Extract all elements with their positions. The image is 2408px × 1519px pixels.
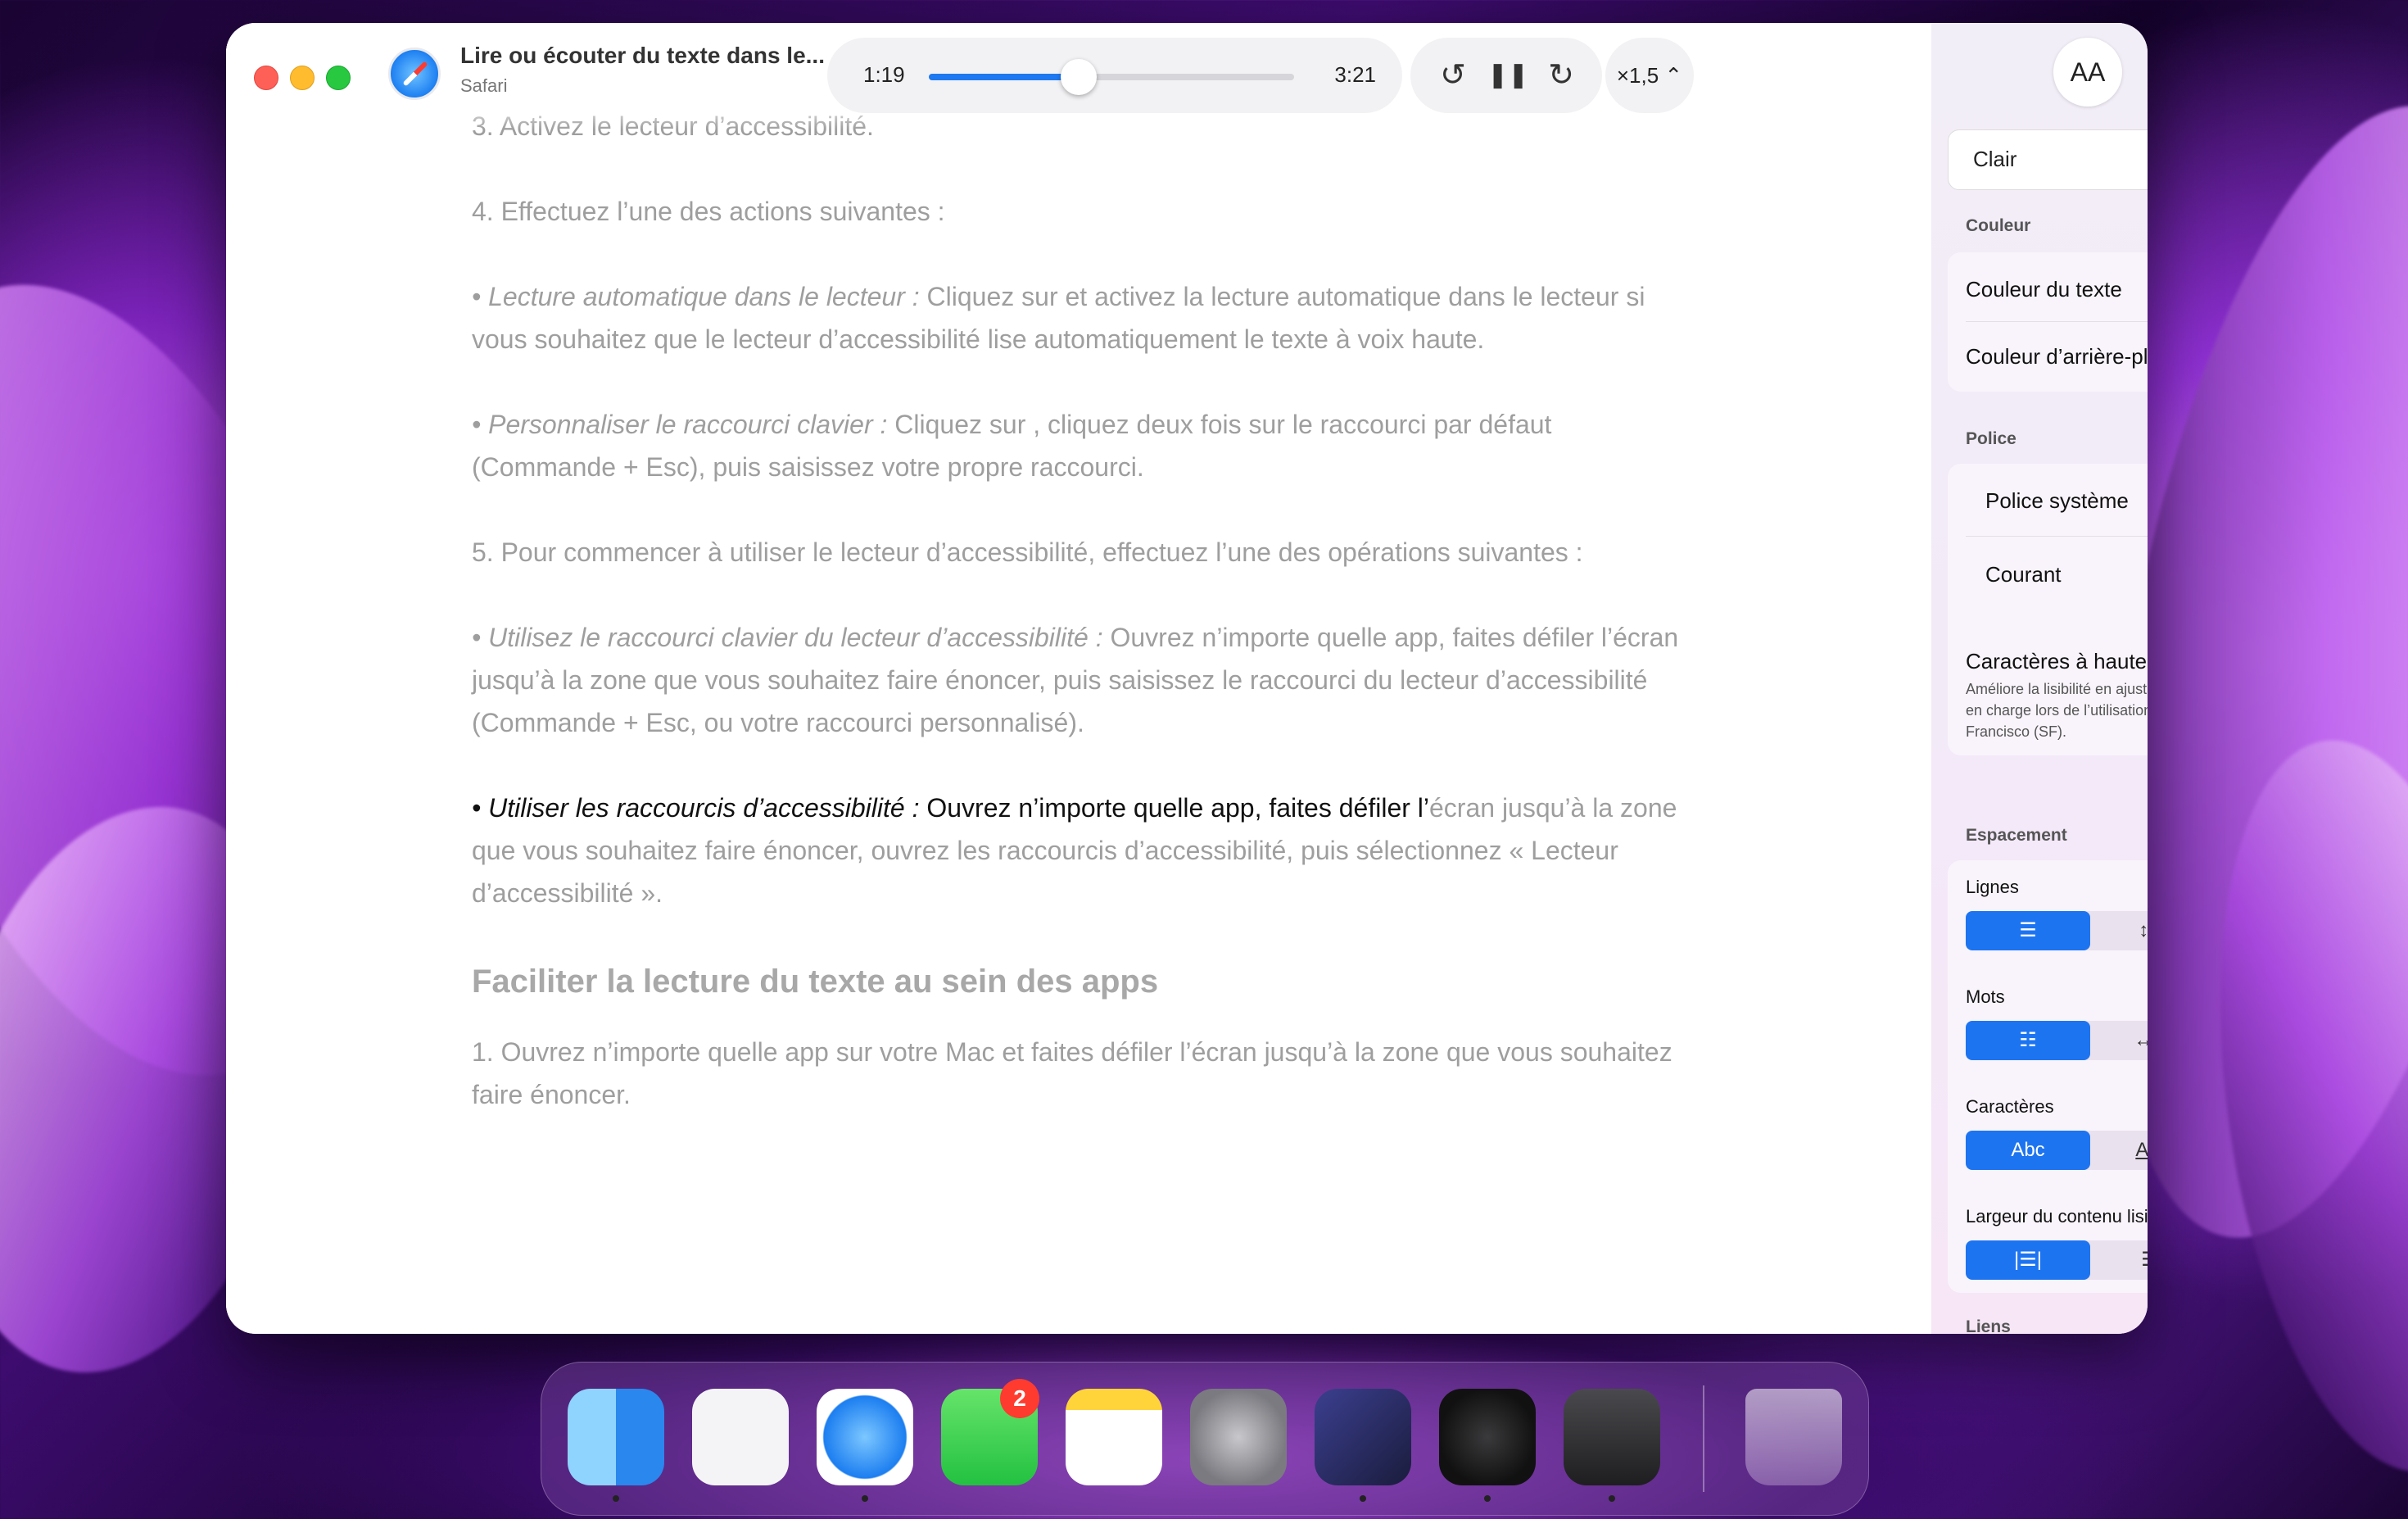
chars-compact-option[interactable]: Abc [1966,1131,2090,1170]
article: 3. Activez le lecteur d’accessibilité. 4… [472,105,1684,1159]
lines-medium-icon[interactable]: ↕☰ [2090,911,2148,950]
playback-bar: 1:19 3:21 [827,38,1402,113]
high-legibility-label: Caractères à haute lisibilité [1966,649,2148,673]
chars-label: Caractères [1966,1096,2054,1117]
dock: 2 [541,1362,1869,1516]
launchpad-icon[interactable] [692,1389,789,1485]
progress-track[interactable] [929,59,1294,95]
bullet-shortcut: • Personnaliser le raccourci clavier : C… [472,410,1552,482]
shortcuts-icon[interactable] [1315,1389,1411,1485]
width-medium-icon[interactable]: ☰| [2090,1240,2148,1280]
window-subtitle: Safari [460,75,508,96]
title-bar: Lire ou écouter du texte dans le... Safa… [226,23,1931,129]
playback-controls: ↺ ❚❚ ↻ [1410,38,1602,113]
safari-dock-icon[interactable] [817,1389,913,1485]
close-button[interactable] [254,66,278,90]
chars-medium-option[interactable]: Abc [2090,1131,2148,1170]
words-segment: ☷ ↔☷ ⇔☷ [1966,1021,2148,1060]
words-label: Mots [1966,986,2005,1007]
words-medium-icon[interactable]: ↔☷ [2090,1021,2148,1060]
reader-app-icon[interactable] [1564,1389,1660,1485]
bg-color-label: Couleur d’arrière-plan [1966,344,2148,369]
current-time: 1:19 [863,62,905,87]
step-4: 4. Effectuez l’une des actions suivantes… [472,197,945,226]
lines-label: Lignes [1966,877,2019,897]
system-settings-icon[interactable] [1190,1389,1287,1485]
font-section-label: Police [1966,429,2016,448]
notes-icon[interactable] [1066,1389,1162,1485]
font-style[interactable]: Courant [1985,562,2062,587]
finder-icon[interactable] [568,1389,664,1485]
lines-segment: ☰ ↕☰ ⇕☰ [1966,911,2148,950]
dock-separator [1703,1385,1704,1492]
width-segment: |☰| ☰| ↔☰ [1966,1240,2148,1280]
safari-icon [388,48,441,100]
magnifier-icon[interactable] [1439,1389,1536,1485]
pause-icon[interactable]: ❚❚ [1487,56,1528,95]
zoom-button[interactable] [326,66,351,90]
speed-button[interactable]: ×1,5 ⌃ [1605,38,1694,113]
high-legibility-desc: Améliore la lisibilité en ajustant les c… [1966,681,2148,740]
reader-content: 3. Activez le lecteur d’accessibilité. 4… [226,23,1931,1334]
forward-icon[interactable]: ↻ [1541,56,1581,95]
section-heading: Faciliter la lecture du texte au sein de… [472,964,1159,1000]
width-narrow-icon[interactable]: |☰| [1966,1240,2090,1280]
words-compact-icon[interactable]: ☷ [1966,1021,2090,1060]
reader-window: 3. Activez le lecteur d’accessibilité. 4… [226,23,2148,1334]
font-card: Police système ⇕ Courant ⇕ 17 ⌄ Caractèr… [1948,464,2148,755]
minimize-button[interactable] [290,66,315,90]
theme-select[interactable]: Clair ⌄ [1948,129,2148,190]
text-color-label: Couleur du texte [1966,277,2122,302]
trash-icon[interactable] [1745,1389,1842,1485]
format-panel-content: Clair ⌄ Couleur Couleur du texte Couleur… [1700,23,2148,1334]
lines-compact-icon[interactable]: ☰ [1966,911,2090,950]
progress-fill [929,74,1079,80]
step-5: 5. Pour commencer à utiliser le lecteur … [472,537,1583,567]
links-section-label: Liens [1966,1317,2011,1334]
progress-knob[interactable] [1060,59,1097,95]
chars-segment: Abc Abc Abc [1966,1131,2148,1170]
width-label: Largeur du contenu lisible [1966,1206,2148,1227]
rewind-icon[interactable]: ↺ [1433,56,1473,95]
spacing-section-label: Espacement [1966,826,2067,845]
color-card: Couleur du texte Couleur d’arrière-plan [1948,252,2148,392]
bullet-keyboard: • Utilisez le raccourci clavier du lecte… [472,623,1679,737]
window-title: Lire ou écouter du texte dans le... [460,43,825,68]
step-1: 1. Ouvrez n’importe quelle app sur votre… [472,1037,1672,1109]
color-section-label: Couleur [1966,216,2031,235]
total-time: 3:21 [1334,62,1376,87]
messages-badge: 2 [1000,1379,1039,1418]
bullet-accessibility-shortcuts: • Utiliser les raccourcis d’accessibilit… [472,793,1677,908]
font-name[interactable]: Police système [1985,488,2129,514]
bullet-auto-read: • Lecture automatique dans le lecteur : … [472,282,1645,354]
spacing-card: Lignes ☰ ↕☰ ⇕☰ Mots ☷ ↔☷ ⇔☷ Caractères A… [1948,860,2148,1293]
